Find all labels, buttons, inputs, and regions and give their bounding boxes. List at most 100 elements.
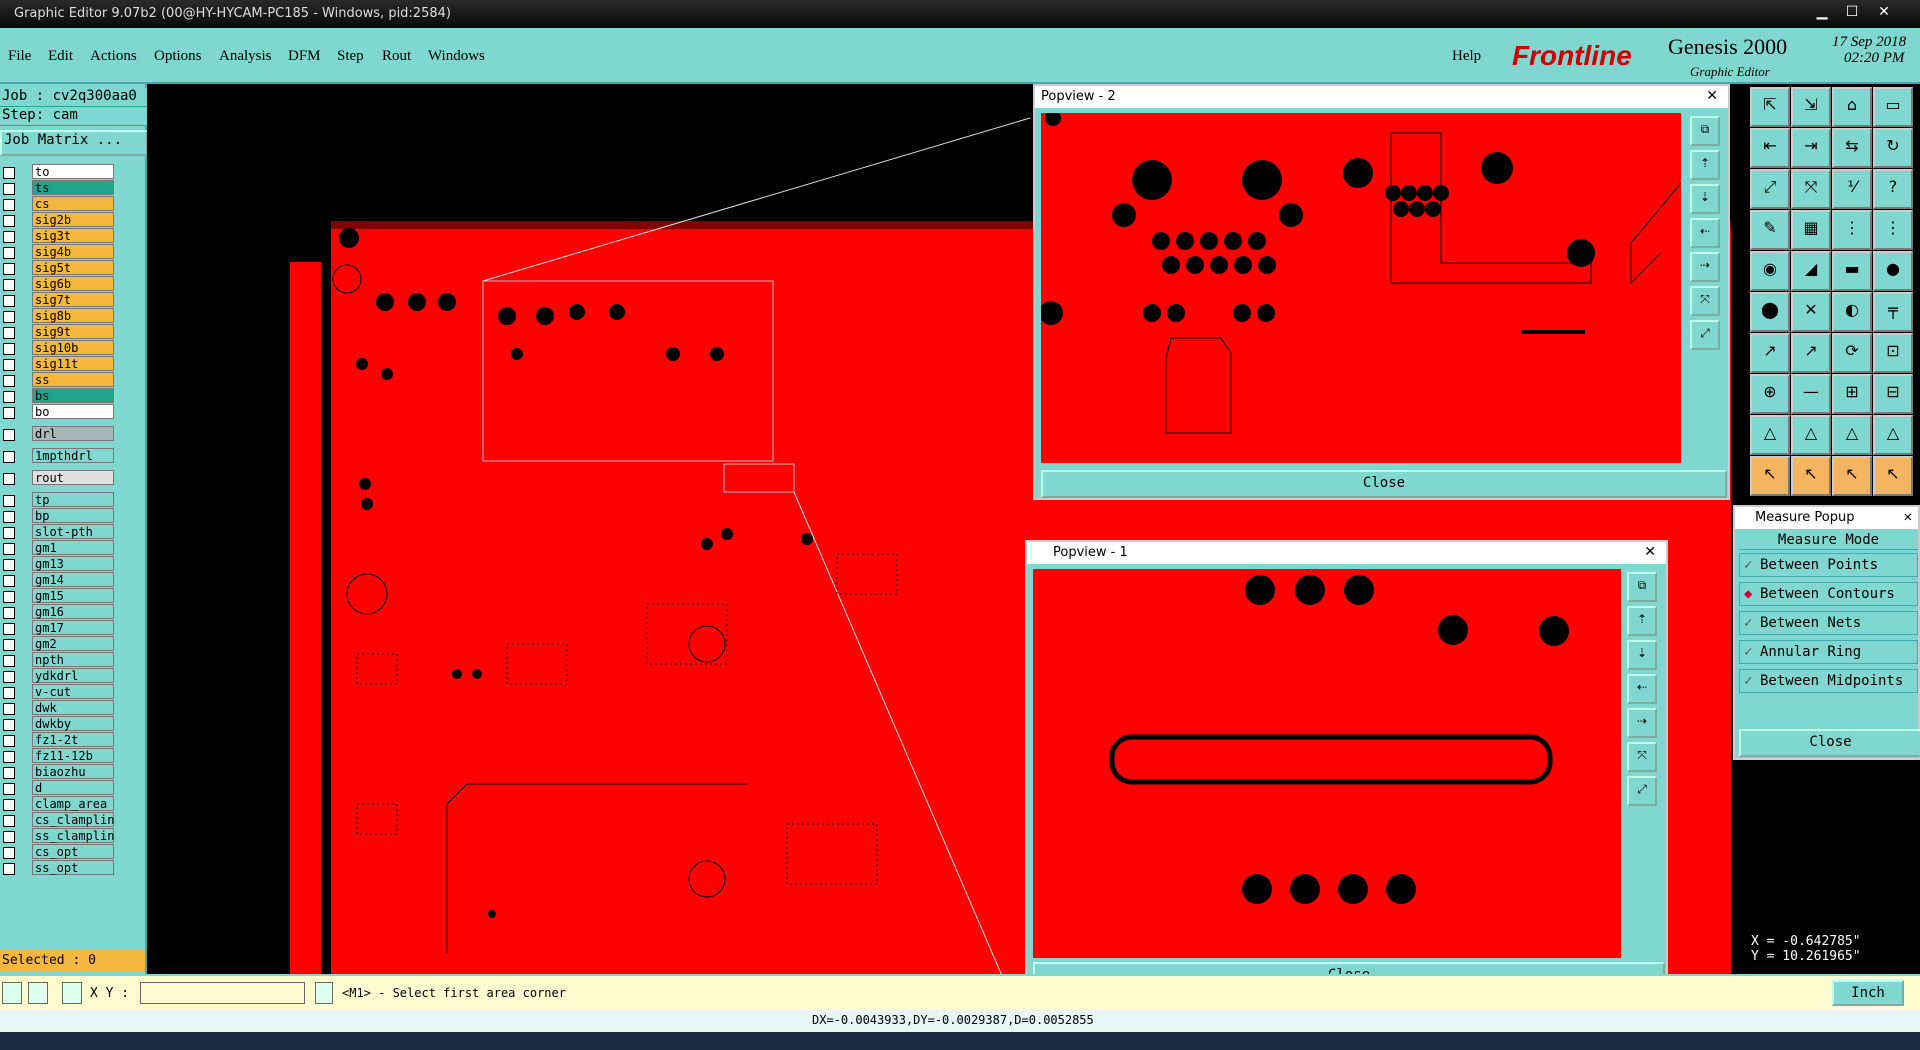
layer-checkbox[interactable] xyxy=(3,167,15,179)
layer-row[interactable]: ss_opt xyxy=(0,860,118,875)
layer-name[interactable]: sig5t xyxy=(32,260,114,275)
measure-option[interactable]: ✓ Between Points xyxy=(1739,553,1918,577)
tool-button-icon[interactable]: ⅟ xyxy=(1832,169,1872,209)
tool-button-icon[interactable]: ◐ xyxy=(1832,292,1872,332)
layer-name[interactable]: sig7t xyxy=(32,292,114,307)
tool-button-icon[interactable]: ⇆ xyxy=(1832,128,1872,168)
layer-checkbox[interactable] xyxy=(3,215,15,227)
tool-button-icon[interactable]: ↗ xyxy=(1791,333,1831,373)
layer-name[interactable]: bp xyxy=(32,508,114,523)
layer-name[interactable]: d xyxy=(32,780,114,795)
layer-row[interactable]: gm14 xyxy=(0,572,118,587)
layer-checkbox[interactable] xyxy=(3,407,15,419)
layer-row[interactable]: drl xyxy=(0,426,118,441)
layer-checkbox[interactable] xyxy=(3,639,15,651)
close-window-button[interactable]: ✕ xyxy=(1874,3,1894,21)
popview-1-tool-1[interactable]: ⧉ xyxy=(1627,572,1657,602)
tool-button-icon[interactable]: △ xyxy=(1873,415,1913,455)
popview-2-tool-2[interactable]: ⇡ xyxy=(1690,150,1720,180)
layer-checkbox[interactable] xyxy=(3,247,15,259)
layer-checkbox[interactable] xyxy=(3,199,15,211)
tool-button-icon[interactable]: ⊕ xyxy=(1750,374,1790,414)
layer-row[interactable]: gm17 xyxy=(0,620,118,635)
tool-button-icon[interactable]: ⤢ xyxy=(1750,169,1790,209)
layer-checkbox[interactable] xyxy=(3,183,15,195)
layer-name[interactable]: ss_opt xyxy=(32,860,114,875)
tool-button-icon[interactable]: ⇤ xyxy=(1750,128,1790,168)
layer-row[interactable]: ss xyxy=(0,372,118,387)
menu-analysis[interactable]: Analysis xyxy=(219,48,272,65)
layer-row[interactable]: sig11t xyxy=(0,356,118,371)
layer-checkbox[interactable] xyxy=(3,527,15,539)
tool-button-icon[interactable]: ⊞ xyxy=(1832,374,1872,414)
layer-row[interactable]: to xyxy=(0,164,118,179)
layer-checkbox[interactable] xyxy=(3,719,15,731)
layer-row[interactable]: dwkby xyxy=(0,716,118,731)
layer-row[interactable]: sig8b xyxy=(0,308,118,323)
layer-row[interactable]: gm13 xyxy=(0,556,118,571)
layer-row[interactable]: gm2 xyxy=(0,636,118,651)
input-toggle-button[interactable] xyxy=(315,982,333,1004)
tool-button-icon[interactable]: ⇱ xyxy=(1750,87,1790,127)
layer-row[interactable]: slot-pth xyxy=(0,524,118,539)
layer-checkbox[interactable] xyxy=(3,511,15,523)
layer-name[interactable]: to xyxy=(32,164,114,179)
layer-checkbox[interactable] xyxy=(3,863,15,875)
measure-close-icon[interactable]: ✕ xyxy=(1904,509,1912,525)
layer-name[interactable]: sig2b xyxy=(32,212,114,227)
layer-name[interactable]: drl xyxy=(32,426,114,441)
layer-name[interactable]: sig6b xyxy=(32,276,114,291)
layer-name[interactable]: gm13 xyxy=(32,556,114,571)
menu-edit[interactable]: Edit xyxy=(48,48,73,65)
layer-row[interactable]: sig10b xyxy=(0,340,118,355)
layer-name[interactable]: sig11t xyxy=(32,356,114,371)
menu-file[interactable]: File xyxy=(8,48,31,65)
layer-name[interactable]: biaozhu xyxy=(32,764,114,779)
menu-options[interactable]: Options xyxy=(154,48,202,65)
layer-row[interactable]: gm16 xyxy=(0,604,118,619)
menu-help[interactable]: Help xyxy=(1452,48,1481,65)
layer-checkbox[interactable] xyxy=(3,559,15,571)
layer-checkbox[interactable] xyxy=(3,279,15,291)
menu-step[interactable]: Step xyxy=(337,48,364,65)
layer-name[interactable]: sig8b xyxy=(32,308,114,323)
layer-checkbox[interactable] xyxy=(3,543,15,555)
layer-row[interactable]: ss_clamplin xyxy=(0,828,118,843)
layer-checkbox[interactable] xyxy=(3,751,15,763)
popview-2-close-button[interactable]: Close xyxy=(1041,470,1727,498)
layer-checkbox[interactable] xyxy=(3,263,15,275)
layer-checkbox[interactable] xyxy=(3,735,15,747)
layer-row[interactable]: sig7t xyxy=(0,292,118,307)
tool-button-icon[interactable]: ✎ xyxy=(1750,210,1790,250)
tool-button-icon[interactable]: ▬ xyxy=(1832,251,1872,291)
layer-checkbox[interactable] xyxy=(3,327,15,339)
measure-close-button[interactable]: Close xyxy=(1739,729,1920,757)
layer-name[interactable]: sig9t xyxy=(32,324,114,339)
layer-row[interactable]: cs xyxy=(0,196,118,211)
tool-button-icon[interactable]: ⌂ xyxy=(1832,87,1872,127)
popview-1-tool-6[interactable]: ⤧ xyxy=(1627,742,1657,772)
layer-row[interactable]: rout xyxy=(0,470,118,485)
tool-button-icon[interactable]: ↖ xyxy=(1750,456,1790,496)
layer-row[interactable]: gm15 xyxy=(0,588,118,603)
layer-name[interactable]: gm2 xyxy=(32,636,114,651)
layer-row[interactable]: 1mpthdrl xyxy=(0,448,118,463)
layer-name[interactable]: fz11-12b xyxy=(32,748,114,763)
tool-button-icon[interactable]: ▦ xyxy=(1791,210,1831,250)
layer-checkbox[interactable] xyxy=(3,295,15,307)
tool-button-icon[interactable]: ? xyxy=(1873,169,1913,209)
layer-name[interactable]: slot-pth xyxy=(32,524,114,539)
layer-name[interactable]: dwk xyxy=(32,700,114,715)
tool-button-icon[interactable]: ◉ xyxy=(1750,251,1790,291)
measure-option[interactable]: ✓ Between Nets xyxy=(1739,611,1918,635)
layer-row[interactable]: gm1 xyxy=(0,540,118,555)
popview-2-tool-5[interactable]: ⇢ xyxy=(1690,252,1720,282)
layer-name[interactable]: cs xyxy=(32,196,114,211)
popview-2-tool-1[interactable]: ⧉ xyxy=(1690,116,1720,146)
layer-checkbox[interactable] xyxy=(3,783,15,795)
layer-row[interactable]: sig9t xyxy=(0,324,118,339)
layer-name[interactable]: dwkby xyxy=(32,716,114,731)
layer-name[interactable]: rout xyxy=(32,470,114,485)
layer-name[interactable]: sig4b xyxy=(32,244,114,259)
layer-row[interactable]: bs xyxy=(0,388,118,403)
